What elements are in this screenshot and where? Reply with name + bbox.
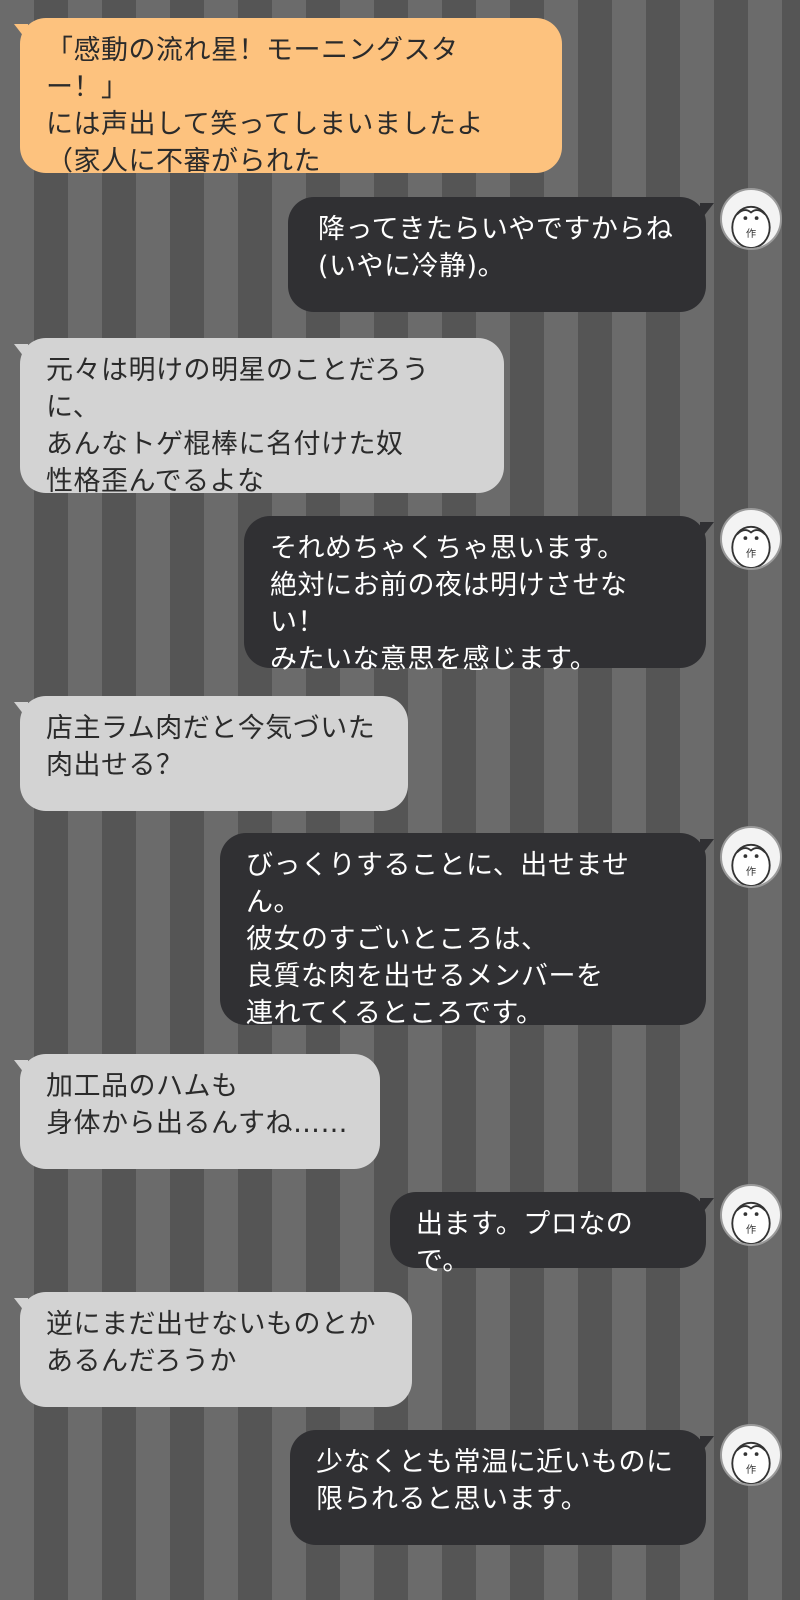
bubble-tail — [700, 839, 714, 857]
bubble-tail — [700, 522, 714, 540]
svg-text:作: 作 — [746, 866, 756, 878]
message-bubble: 出ます。プロなので。 — [390, 1192, 706, 1277]
message-bubble: 「感動の流れ星！モーニングスター！」 には声出して笑ってしまいましたよ （家人に… — [20, 18, 562, 177]
message-bubble: 加工品のハムも 身体から出るんすね…… — [20, 1054, 380, 1169]
svg-text:作: 作 — [746, 548, 756, 560]
author-avatar-icon[interactable]: 作 — [720, 1184, 782, 1246]
message-bubble: びっくりすることに、出せません。 彼女のすごいところは、 良質な肉を出せるメンバ… — [220, 833, 706, 1029]
message-bubble: 店主ラム肉だと今気づいた 肉出せる？ — [20, 696, 408, 811]
svg-text:作: 作 — [746, 228, 756, 240]
message-bubble: 逆にまだ出せないものとか あるんだろうか — [20, 1292, 412, 1407]
author-avatar-icon-graphic: 作 — [731, 205, 771, 248]
message-bubble: 少なくとも常温に近いものに 限られると思います。 — [290, 1430, 706, 1545]
author-avatar-icon[interactable]: 作 — [720, 188, 782, 250]
author-avatar-icon[interactable]: 作 — [720, 1424, 782, 1486]
svg-text:作: 作 — [746, 1464, 756, 1476]
author-avatar-icon-graphic: 作 — [731, 525, 771, 568]
author-avatar-icon-graphic: 作 — [731, 1201, 771, 1244]
message-bubble: それめちゃくちゃ思います。 絶対にお前の夜は明けさせない！ みたいな意思を感じま… — [244, 516, 706, 675]
svg-text:作: 作 — [746, 1224, 756, 1236]
bubble-tail — [700, 1436, 714, 1454]
author-avatar-icon[interactable]: 作 — [720, 508, 782, 570]
author-avatar-icon[interactable]: 作 — [720, 826, 782, 888]
message-bubble: 降ってきたらいやですからね (いやに冷静)。 — [288, 197, 706, 312]
message-bubble: 元々は明けの明星のことだろうに、 あんなトゲ棍棒に名付けた奴 性格歪んでるよな — [20, 338, 504, 497]
author-avatar-icon-graphic: 作 — [731, 1441, 771, 1484]
author-avatar-icon-graphic: 作 — [731, 843, 771, 886]
bubble-tail — [700, 203, 714, 221]
bubble-tail — [700, 1198, 714, 1216]
